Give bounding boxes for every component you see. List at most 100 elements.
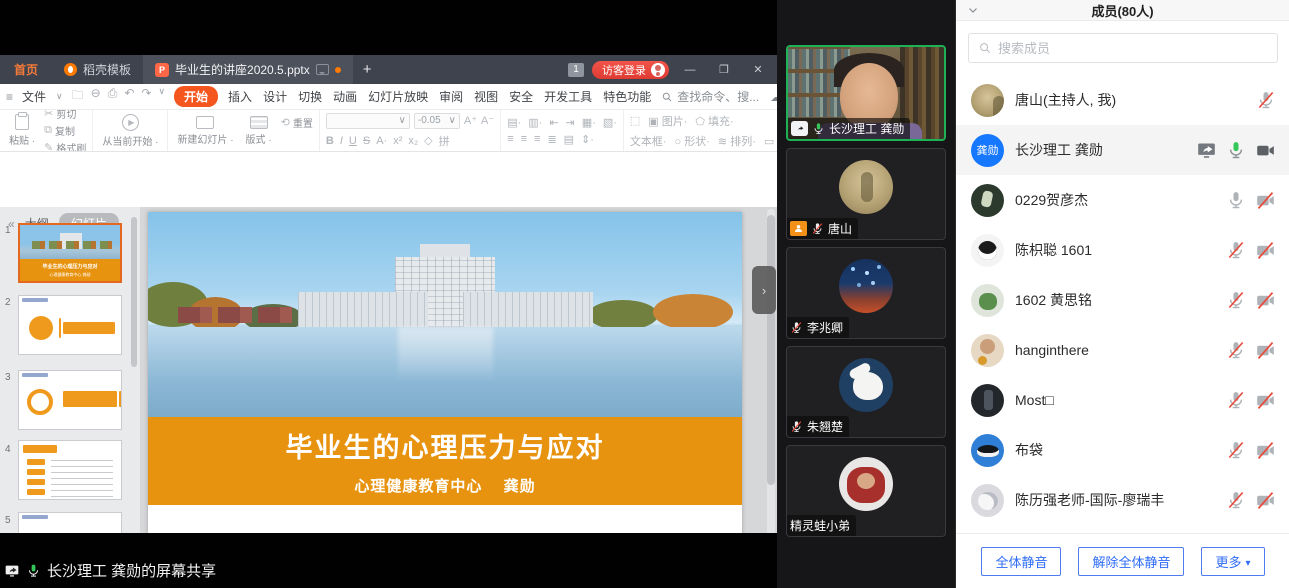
picture-button[interactable]: ▣ 图片· <box>648 113 687 129</box>
strikethrough-button[interactable]: S <box>363 135 370 147</box>
camera-off-icon[interactable] <box>1255 340 1276 361</box>
restore-button[interactable] <box>711 63 737 76</box>
font-family-combobox[interactable]: ∨ <box>326 113 410 129</box>
bullets-icon[interactable]: ▤· <box>507 116 521 129</box>
arrange-button[interactable]: ≋ 排列· <box>718 133 756 149</box>
paste-button[interactable]: 粘贴 · <box>6 114 38 147</box>
layout-button[interactable]: 版式 · <box>243 116 275 146</box>
more-button[interactable]: 更多 <box>1201 547 1264 576</box>
output-icon[interactable]: ⊖ <box>91 86 101 107</box>
member-row-most[interactable]: Most□ <box>956 375 1289 425</box>
align-left-icon[interactable]: ≡ <box>507 133 513 145</box>
pinyin-button[interactable]: 拼 <box>439 133 450 149</box>
menu-features[interactable]: 特色功能 <box>602 86 652 107</box>
copy-button[interactable]: ⧉复制 <box>44 123 86 138</box>
member-row-liaoruifeng[interactable]: 陈历强老师-国际-廖瑞丰 <box>956 475 1289 525</box>
undo-icon[interactable]: ↶ <box>124 86 134 107</box>
mic-muted-icon[interactable] <box>1226 440 1246 460</box>
mute-all-button[interactable]: 全体静音 <box>981 547 1061 576</box>
bold-button[interactable]: B <box>326 135 334 147</box>
new-slide-button[interactable]: 新建幻灯片 · <box>174 116 236 146</box>
superscript-button[interactable]: x² <box>393 135 402 147</box>
distribute-icon[interactable]: ▤ <box>564 133 574 146</box>
wps-home-tab[interactable]: 首页 <box>0 55 52 84</box>
new-tab-button[interactable]: + <box>353 55 382 84</box>
menu-view[interactable]: 视图 <box>473 86 499 107</box>
subscript-button[interactable]: x₂ <box>408 135 418 147</box>
font-decrease-icon[interactable]: A⁻ <box>481 114 494 127</box>
slide-thumbnail-4[interactable] <box>18 440 122 500</box>
slide-thumbnail-1[interactable]: 毕业生的心理压力与应对 心理健康教育中心 龚勋 <box>18 223 122 283</box>
mic-muted-icon[interactable] <box>1226 290 1246 310</box>
format-painter-button[interactable]: ✎格式刷 <box>44 140 86 152</box>
camera-on-icon[interactable] <box>1255 140 1276 161</box>
guest-login-button[interactable]: 访客登录 <box>592 61 669 79</box>
mic-muted-icon[interactable] <box>1226 390 1246 410</box>
cloud-sync-status[interactable]: ☁ 未同步 · <box>770 88 777 105</box>
textbox-button[interactable]: 文本框· <box>630 133 667 149</box>
menu-devtools[interactable]: 开发工具 <box>543 86 593 107</box>
panel-scrollbar[interactable] <box>131 217 137 367</box>
indent-decrease-icon[interactable]: ⇤ <box>549 116 558 129</box>
fill-button[interactable]: ⬠ 填充· <box>695 113 733 129</box>
menu-slideshow[interactable]: 幻灯片放映 <box>367 86 429 107</box>
align-center-icon[interactable]: ≡ <box>521 133 527 145</box>
font-increase-icon[interactable]: A⁺ <box>464 114 477 127</box>
video-tile-tangshan[interactable]: 唐山 <box>786 148 946 240</box>
text-direction-icon[interactable]: ⇕· <box>581 133 594 146</box>
slide-thumbnail-3[interactable] <box>18 370 122 430</box>
menu-security[interactable]: 安全 <box>508 86 534 107</box>
collapse-video-strip-handle[interactable] <box>752 266 776 314</box>
cut-button[interactable]: ✂剪切 <box>44 110 86 121</box>
document-scrollbar[interactable] <box>767 209 775 533</box>
hamburger-icon[interactable]: ≡ <box>6 90 12 104</box>
reset-button[interactable]: ⟲重置 <box>281 115 313 130</box>
video-tile-lizhaoqing[interactable]: 李兆卿 <box>786 247 946 339</box>
member-row-heyanjie[interactable]: 0229贺彦杰 <box>956 175 1289 225</box>
member-row-gongxun[interactable]: 龚勋 长沙理工 龚勋 <box>956 125 1289 175</box>
mic-muted-icon[interactable] <box>1226 240 1246 260</box>
qat-caret-icon[interactable]: ∨ <box>158 86 165 107</box>
video-tile-jinglingwa[interactable]: 精灵蛙小弟 <box>786 445 946 537</box>
member-row-budai[interactable]: 布袋 <box>956 425 1289 475</box>
slide-thumbnail-2[interactable] <box>18 295 122 355</box>
video-tile-zhuqiaochu[interactable]: 朱翘楚 <box>786 346 946 438</box>
mic-muted-icon[interactable] <box>1226 340 1246 360</box>
command-search[interactable]: 查找命令、搜... <box>661 88 759 105</box>
member-row-hanginthere[interactable]: hanginthere <box>956 325 1289 375</box>
mic-muted-icon[interactable] <box>1226 490 1246 510</box>
menu-insert[interactable]: 插入 <box>227 86 253 107</box>
camera-off-icon[interactable] <box>1255 190 1276 211</box>
columns-icon[interactable]: ▧· <box>603 116 617 129</box>
menu-design[interactable]: 设计 <box>262 86 288 107</box>
italic-button[interactable]: I <box>340 135 343 147</box>
chevron-down-icon[interactable] <box>966 3 980 17</box>
line-spacing-icon[interactable]: ▦· <box>582 116 596 129</box>
unmute-all-button[interactable]: 解除全体静音 <box>1078 547 1184 576</box>
align-right-icon[interactable]: ≡ <box>534 133 540 145</box>
play-from-current-button[interactable]: ▶ 从当前开始 · <box>99 114 161 148</box>
member-row-tangshan[interactable]: 唐山(主持人, 我) <box>956 75 1289 125</box>
minimize-button[interactable] <box>677 64 703 76</box>
slide-canvas[interactable]: 毕业生的心理压力与应对 心理健康教育中心 龚勋 <box>148 212 742 533</box>
member-search-input[interactable] <box>998 41 1248 56</box>
mic-icon[interactable] <box>1226 190 1246 210</box>
camera-off-icon[interactable] <box>1255 390 1276 411</box>
member-row-huangsiming[interactable]: 1602 黄思铭 <box>956 275 1289 325</box>
quick-access-toolbar[interactable]: 🗀 ⊖ ⎙ ↶ ↷ ∨ <box>72 86 165 107</box>
camera-off-icon[interactable] <box>1255 440 1276 461</box>
member-row-chenzhicong[interactable]: 陈枳聪 1601 <box>956 225 1289 275</box>
camera-off-icon[interactable] <box>1255 240 1276 261</box>
wps-document-tab[interactable]: P 毕业生的讲座2020.5.pptx <box>143 55 353 84</box>
member-search-box[interactable] <box>968 33 1278 63</box>
highlight-button[interactable]: ◇ <box>424 134 432 147</box>
slide-thumbnail-5[interactable] <box>18 512 122 533</box>
print-preview-icon[interactable]: ⎙ <box>108 86 118 107</box>
wps-docer-tab[interactable]: 稻壳模板 <box>52 55 143 84</box>
underline-button[interactable]: U <box>349 135 357 147</box>
redo-icon[interactable]: ↷ <box>141 86 151 107</box>
indent-increase-icon[interactable]: ⇥ <box>566 116 575 129</box>
screen-sharing-icon[interactable] <box>1196 140 1217 161</box>
menu-home[interactable]: 开始 <box>174 86 218 107</box>
camera-off-icon[interactable] <box>1255 490 1276 511</box>
